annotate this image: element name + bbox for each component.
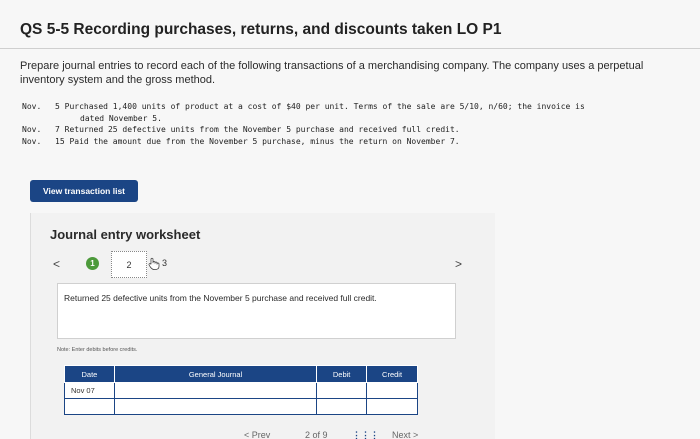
table-header-row: Date General Journal Debit Credit bbox=[64, 365, 418, 383]
page-title: QS 5-5 Recording purchases, returns, and… bbox=[20, 21, 502, 38]
prev-page-button[interactable]: < Prev bbox=[244, 430, 270, 439]
transaction-item: Nov. 7 Returned 25 defective units from … bbox=[22, 124, 682, 136]
next-step-arrow-icon[interactable]: > bbox=[455, 257, 462, 271]
transaction-text: 5 Purchased 1,400 units of product at a … bbox=[55, 102, 585, 111]
note-text: Note: Enter debits before credits. bbox=[57, 347, 138, 353]
instructions-text: Prepare journal entries to record each o… bbox=[20, 60, 644, 86]
account-input[interactable] bbox=[113, 382, 318, 399]
column-header-general-journal: General Journal bbox=[113, 365, 318, 383]
column-header-debit: Debit bbox=[316, 365, 368, 383]
transaction-list: Nov. 5 Purchased 1,400 units of product … bbox=[22, 101, 682, 147]
table-row bbox=[64, 398, 418, 415]
column-header-credit: Credit bbox=[366, 365, 418, 383]
general-journal-table: Date General Journal Debit Credit Nov 07 bbox=[64, 365, 418, 415]
transaction-item: Nov. 5 Purchased 1,400 units of product … bbox=[22, 101, 682, 113]
account-input[interactable] bbox=[113, 398, 318, 415]
transaction-description-box bbox=[57, 283, 456, 339]
debit-input[interactable] bbox=[316, 382, 368, 399]
transaction-month: Nov. bbox=[22, 125, 42, 134]
transaction-text: 7 Returned 25 defective units from the N… bbox=[55, 125, 460, 134]
step-3[interactable]: 3 bbox=[162, 258, 167, 268]
transaction-description: Returned 25 defective units from the Nov… bbox=[64, 293, 377, 303]
transaction-month: Nov. bbox=[22, 136, 42, 146]
pagination-bar: < Prev 2 of 9 ⋮⋮⋮ Next > bbox=[0, 430, 700, 439]
next-page-button[interactable]: Next > bbox=[392, 430, 418, 439]
transaction-item: Nov. 15 Paid the amount due from the Nov… bbox=[22, 136, 682, 148]
table-row: Nov 07 bbox=[64, 382, 418, 399]
step-2-current[interactable]: 2 bbox=[111, 251, 147, 278]
page-indicator: 2 of 9 bbox=[305, 430, 328, 439]
prev-step-arrow-icon[interactable]: < bbox=[53, 257, 60, 271]
date-cell[interactable] bbox=[64, 398, 115, 415]
header-divider bbox=[0, 48, 700, 49]
step-1-complete[interactable]: 1 bbox=[86, 257, 99, 270]
grid-icon[interactable]: ⋮⋮⋮ bbox=[352, 430, 379, 439]
credit-input[interactable] bbox=[366, 382, 418, 399]
credit-input[interactable] bbox=[366, 398, 418, 415]
worksheet-title: Journal entry worksheet bbox=[50, 227, 201, 242]
column-header-date: Date bbox=[64, 365, 115, 383]
view-transaction-list-button[interactable]: View transaction list bbox=[30, 180, 138, 202]
transaction-continuation: dated November 5. bbox=[80, 113, 162, 123]
debit-input[interactable] bbox=[316, 398, 368, 415]
pointer-hand-icon bbox=[148, 257, 160, 275]
transaction-month: Nov. bbox=[22, 102, 42, 111]
transaction-text: 15 Paid the amount due from the November… bbox=[55, 136, 460, 146]
date-cell[interactable]: Nov 07 bbox=[64, 382, 115, 399]
